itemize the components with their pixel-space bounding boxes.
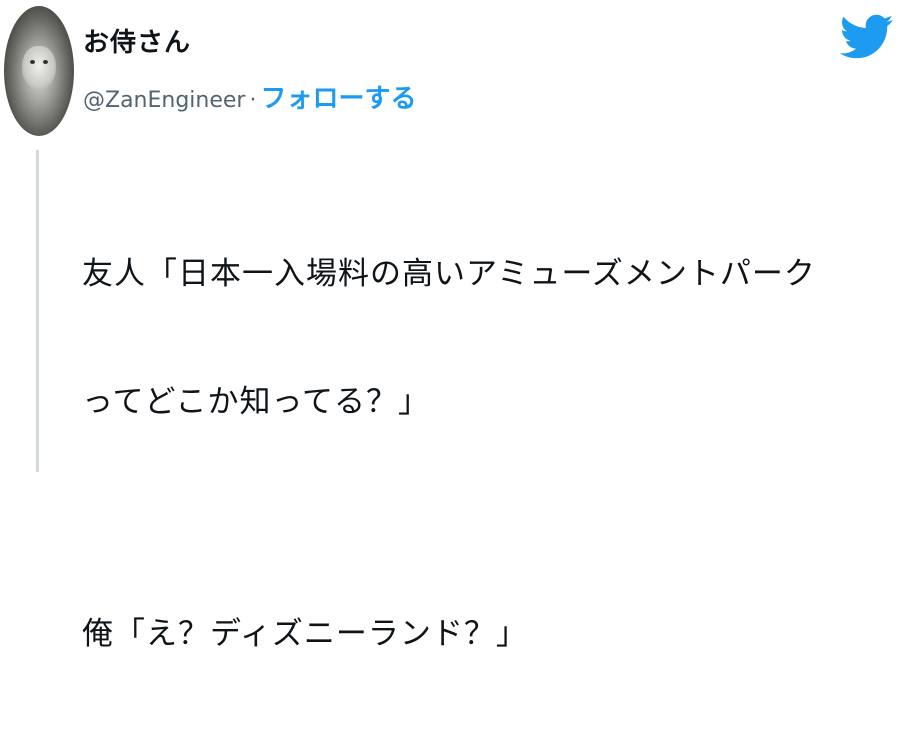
tweet-text-line-2: ってどこか知ってる？」 xyxy=(82,384,430,420)
avatar-eye-right xyxy=(43,60,48,64)
thread-line xyxy=(36,150,39,472)
tweet-text-line-3: 俺「え？ディズニーランド？」 xyxy=(82,616,528,652)
tweet-text: 友人「日本一入場料の高いアミューズメントパーク ってどこか知ってる？」 俺「え？… xyxy=(82,178,892,730)
avatar-face xyxy=(22,46,56,90)
avatar-eye-left xyxy=(30,60,35,64)
separator-dot: · xyxy=(249,88,257,113)
handle-row: @ZanEngineer · フォローする xyxy=(83,78,417,115)
follow-button[interactable]: フォローする xyxy=(260,84,416,114)
user-handle[interactable]: @ZanEngineer xyxy=(83,88,245,113)
avatar[interactable] xyxy=(4,6,74,136)
twitter-bird-icon[interactable] xyxy=(840,14,894,60)
tweet-card: お侍さん @ZanEngineer · フォローする 友人「日本一入場料の高いアミュ… xyxy=(0,0,900,652)
display-name[interactable]: お侍さん xyxy=(83,22,191,59)
tweet-text-line-1: 友人「日本一入場料の高いアミューズメントパーク xyxy=(82,256,816,292)
